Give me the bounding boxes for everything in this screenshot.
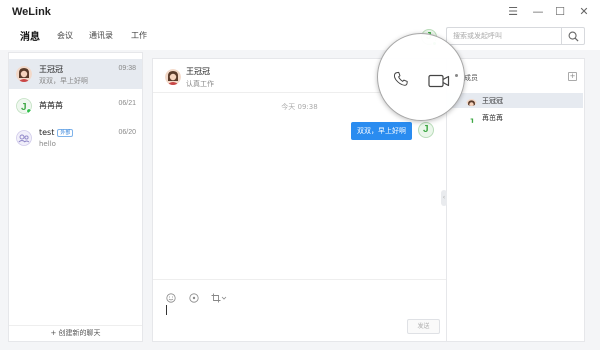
- member-name: 王冠冠: [482, 97, 503, 105]
- conversation-item[interactable]: 王冠冠 双双，早上好啊 09:38: [9, 59, 142, 89]
- video-call-button[interactable]: [428, 73, 450, 92]
- more-options-dot[interactable]: [455, 74, 458, 77]
- new-chat-button[interactable]: + 创建新的聊天: [9, 325, 142, 341]
- conversation-item[interactable]: J 苒苒苒 06/21: [9, 91, 142, 121]
- conversation-preview: 双双，早上好啊: [39, 77, 88, 85]
- member-name: 苒茁苒: [482, 114, 503, 122]
- tab-meetings[interactable]: 会议: [57, 30, 73, 41]
- maximize-button[interactable]: ☐: [553, 5, 567, 19]
- avatar: [466, 95, 477, 106]
- screenshot-button[interactable]: [189, 288, 199, 307]
- conversation-name: 王冠冠: [39, 65, 63, 74]
- message-composer: 发送: [153, 279, 446, 341]
- conversation-name: test 外部: [39, 128, 74, 137]
- conversation-name: 苒苒苒: [39, 101, 63, 110]
- tab-messages[interactable]: 消息: [20, 28, 40, 43]
- conversation-list: 王冠冠 双双，早上好啊 09:38 J 苒苒苒 06/21 test 外部 he…: [8, 52, 143, 342]
- svg-text:J: J: [21, 102, 27, 113]
- chat-subtitle: 认真工作: [186, 80, 214, 88]
- conversation-item[interactable]: test 外部 hello 06/20: [9, 123, 142, 153]
- conversation-name-text: test: [39, 128, 55, 137]
- video-icon: [428, 74, 450, 88]
- conversation-time: 09:38: [118, 65, 136, 72]
- search-icon: [568, 31, 579, 42]
- text-caret[interactable]: [166, 305, 167, 315]
- chat-title: 王冠冠: [186, 67, 210, 76]
- external-badge: 外部: [57, 129, 74, 137]
- crop-button[interactable]: [211, 288, 227, 307]
- emoji-button[interactable]: [166, 288, 176, 307]
- avatar: J: [16, 98, 32, 114]
- title-bar: WeLink ☰ — ☐ ✕: [0, 0, 600, 26]
- avatar: [16, 66, 32, 82]
- conversation-time: 06/20: [118, 129, 136, 136]
- avatar[interactable]: [165, 69, 181, 85]
- send-button[interactable]: 发送: [407, 319, 440, 334]
- tab-contacts[interactable]: 通讯录: [89, 30, 113, 41]
- minimize-button[interactable]: —: [531, 5, 545, 19]
- message-bubble[interactable]: 双双，早上好啊: [351, 122, 412, 140]
- member-item[interactable]: 王冠冠: [447, 93, 583, 108]
- add-member-button[interactable]: +: [568, 72, 577, 81]
- svg-text:J: J: [469, 117, 474, 123]
- app-window: WeLink ☰ — ☐ ✕ 消息 会议 通讯录 工作 搜索或发起呼叫: [0, 0, 600, 350]
- close-button[interactable]: ✕: [577, 5, 591, 19]
- member-item[interactable]: J 苒茁苒: [447, 110, 583, 125]
- voice-call-button[interactable]: [392, 70, 410, 92]
- members-title: 成员: [464, 74, 478, 82]
- search-button[interactable]: [561, 27, 585, 45]
- search-input[interactable]: 搜索或发起呼叫: [446, 27, 561, 45]
- screenshot-icon: [189, 293, 199, 303]
- crop-icon: [211, 293, 227, 303]
- avatar: J: [466, 112, 477, 123]
- app-title: WeLink: [12, 6, 51, 18]
- tab-work[interactable]: 工作: [131, 30, 147, 41]
- group-avatar: [16, 130, 32, 146]
- emoji-icon: [166, 293, 176, 303]
- conversation-preview: hello: [39, 140, 56, 148]
- phone-icon: [393, 71, 408, 86]
- members-panel: 成员 + 王冠冠 J 苒茁苒: [447, 58, 585, 342]
- conversation-time: 06/21: [118, 100, 136, 107]
- magnified-call-controls: [377, 33, 465, 121]
- menu-button[interactable]: ☰: [506, 5, 520, 19]
- avatar[interactable]: [418, 122, 434, 138]
